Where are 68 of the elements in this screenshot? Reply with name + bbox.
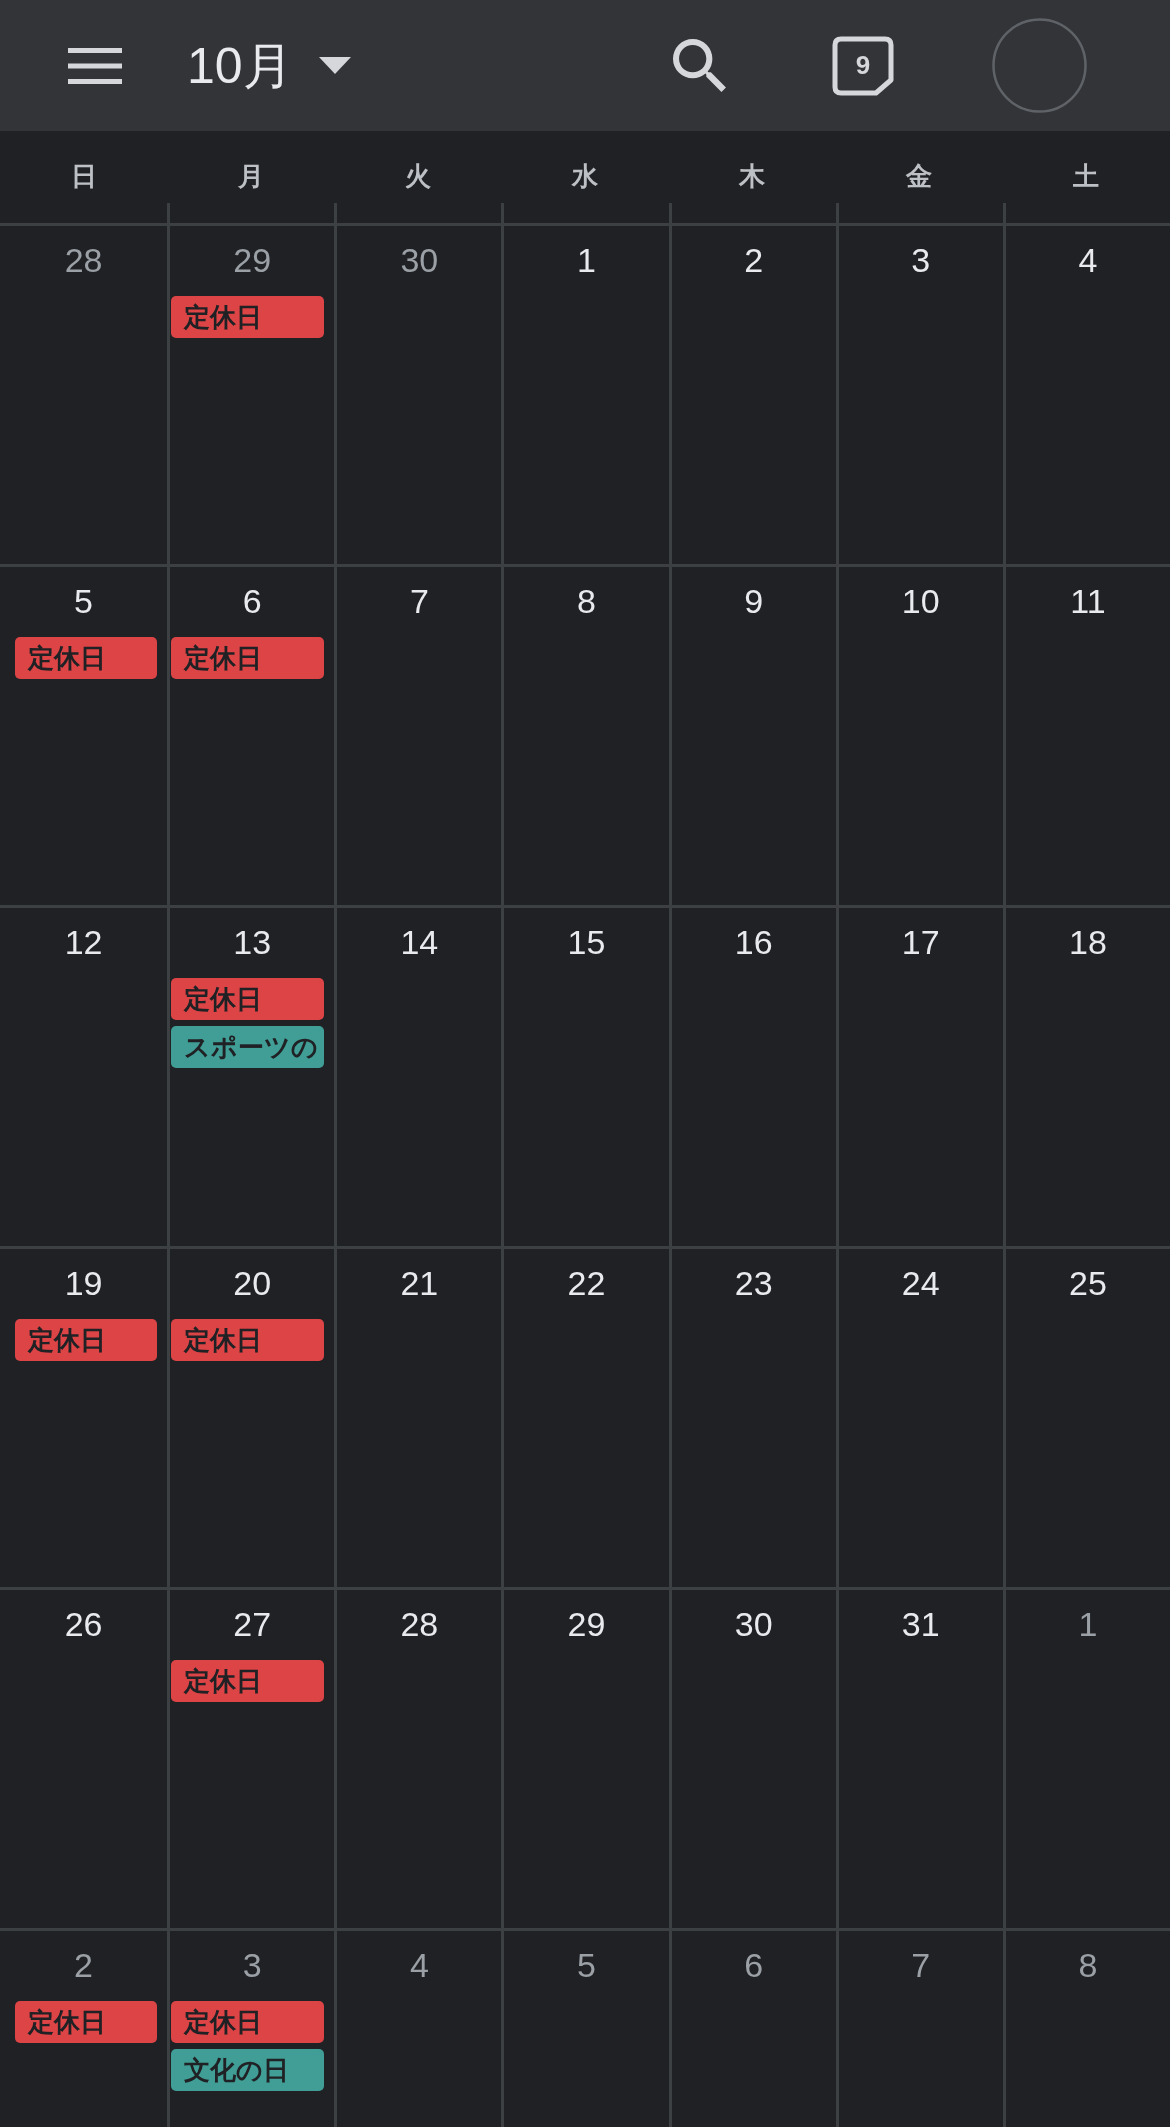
weekday-label: 月 bbox=[237, 161, 264, 193]
date-number[interactable]: 29 bbox=[233, 240, 272, 280]
date-number[interactable]: 31 bbox=[901, 1604, 940, 1644]
date-number[interactable]: 5 bbox=[577, 1945, 596, 1985]
event-chip[interactable]: 定休日 bbox=[171, 1319, 325, 1361]
date-number[interactable]: 27 bbox=[233, 1604, 272, 1644]
date-number[interactable]: 22 bbox=[567, 1263, 606, 1303]
date-number[interactable]: 24 bbox=[901, 1263, 940, 1303]
avatar-icon bbox=[992, 18, 1087, 113]
weekday-label: 木 bbox=[739, 161, 766, 193]
date-number[interactable]: 29 bbox=[567, 1604, 606, 1644]
event-chip[interactable]: 定休日 bbox=[15, 1319, 158, 1361]
date-number[interactable]: 3 bbox=[242, 1945, 262, 1985]
date-number[interactable]: 3 bbox=[911, 240, 931, 280]
date-number[interactable]: 6 bbox=[744, 1945, 764, 1985]
event-chip[interactable]: 定休日 bbox=[171, 2001, 325, 2043]
event-chip[interactable]: 定休日 bbox=[171, 296, 325, 338]
search-button[interactable] bbox=[670, 36, 728, 95]
date-number[interactable]: 19 bbox=[64, 1263, 103, 1303]
date-number[interactable]: 17 bbox=[901, 922, 940, 962]
date-number[interactable]: 2 bbox=[744, 240, 764, 280]
event-chip[interactable]: 定休日 bbox=[171, 978, 325, 1020]
date-number[interactable]: 18 bbox=[1069, 922, 1107, 962]
date-number[interactable]: 26 bbox=[64, 1604, 103, 1644]
event-chip[interactable]: スポーツの bbox=[171, 1026, 325, 1068]
event-chip[interactable]: 定休日 bbox=[15, 2001, 158, 2043]
weekday-label: 火 bbox=[404, 161, 431, 193]
date-number[interactable]: 13 bbox=[233, 922, 272, 962]
date-number[interactable]: 7 bbox=[911, 1945, 931, 1985]
date-number[interactable]: 8 bbox=[1078, 1945, 1098, 1985]
date-number[interactable]: 14 bbox=[400, 922, 439, 962]
date-number[interactable]: 21 bbox=[400, 1263, 439, 1303]
date-number[interactable]: 4 bbox=[1078, 240, 1098, 280]
caret-icon bbox=[318, 57, 351, 74]
weekday-label: 水 bbox=[572, 161, 598, 193]
date-number[interactable]: 20 bbox=[233, 1263, 272, 1303]
event-chip[interactable]: 文化の日 bbox=[171, 2049, 325, 2091]
search-icon bbox=[672, 39, 726, 92]
date-number[interactable]: 23 bbox=[734, 1263, 773, 1303]
event-chip[interactable]: 定休日 bbox=[171, 1660, 325, 1702]
date-number[interactable]: 1 bbox=[577, 240, 596, 280]
month-dropdown[interactable]: 10月 bbox=[187, 35, 351, 96]
calendar-outline-icon bbox=[832, 35, 894, 96]
date-number[interactable]: 28 bbox=[64, 240, 103, 280]
event-chip[interactable]: 定休日 bbox=[15, 637, 158, 679]
date-number[interactable]: 4 bbox=[409, 1945, 429, 1985]
menu-icon bbox=[68, 47, 122, 84]
date-number[interactable]: 9 bbox=[744, 581, 764, 621]
date-number[interactable]: 25 bbox=[1069, 1263, 1107, 1303]
event-chip[interactable]: 定休日 bbox=[171, 637, 325, 679]
date-number[interactable]: 28 bbox=[400, 1604, 439, 1644]
date-number[interactable]: 6 bbox=[242, 581, 262, 621]
date-number[interactable]: 7 bbox=[409, 581, 429, 621]
date-number[interactable]: 5 bbox=[74, 581, 94, 621]
date-number[interactable]: 12 bbox=[64, 922, 103, 962]
date-number[interactable]: 30 bbox=[734, 1604, 773, 1644]
date-number[interactable]: 1 bbox=[1078, 1604, 1098, 1644]
date-number[interactable]: 8 bbox=[577, 581, 596, 621]
date-number[interactable]: 11 bbox=[1070, 581, 1106, 621]
date-number[interactable]: 16 bbox=[734, 922, 773, 962]
weekday-label: 日 bbox=[70, 161, 97, 193]
weekday-label: 土 bbox=[1073, 161, 1100, 193]
today-button[interactable]: 9 bbox=[832, 35, 894, 96]
date-number[interactable]: 2 bbox=[74, 1945, 94, 1985]
weekday-label: 金 bbox=[906, 161, 933, 193]
date-number[interactable]: 30 bbox=[400, 240, 439, 280]
date-number[interactable]: 15 bbox=[567, 922, 606, 962]
date-number[interactable]: 10 bbox=[901, 581, 940, 621]
